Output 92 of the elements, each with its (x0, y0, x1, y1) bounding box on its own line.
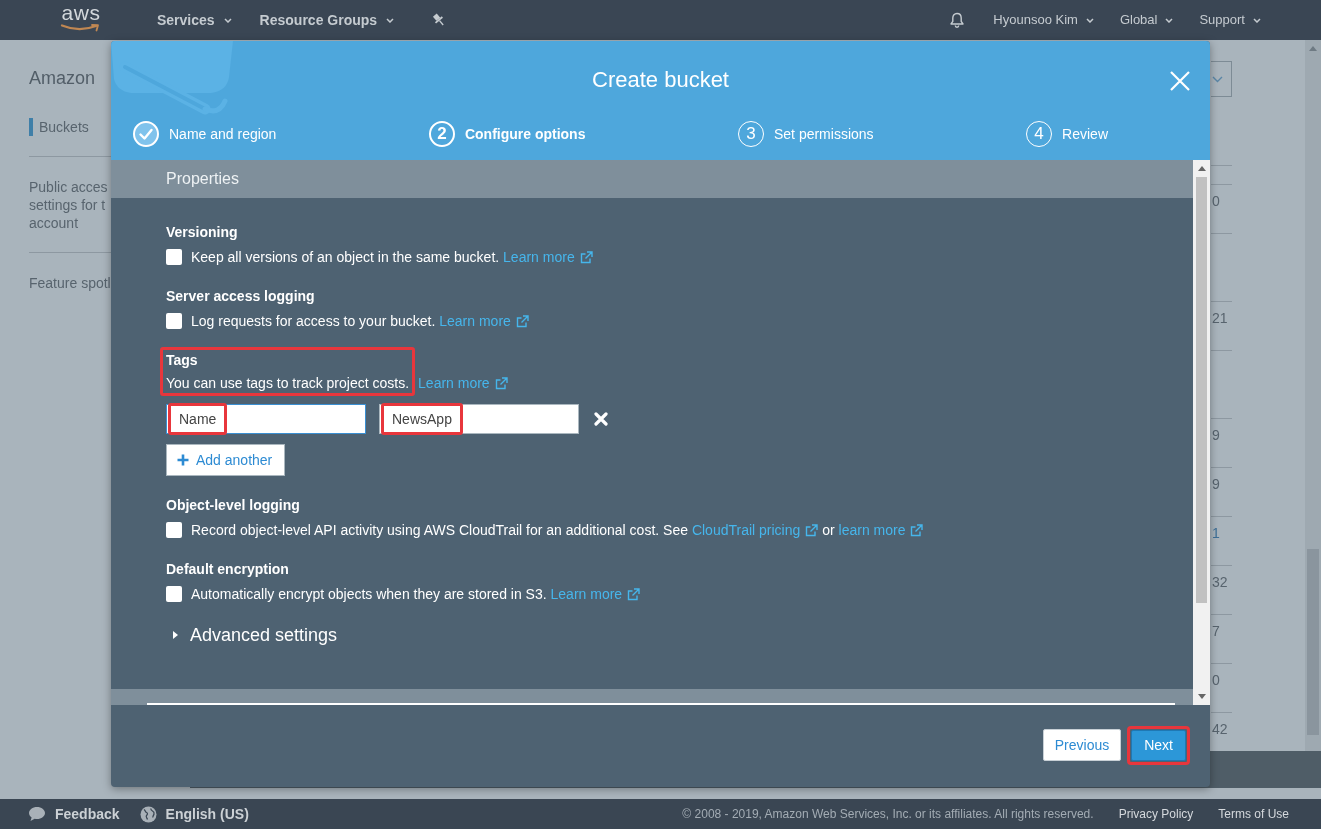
table-cell: 7 (1211, 623, 1220, 639)
wizard-step[interactable]: 2 Configure options (428, 121, 586, 147)
external-link-icon (494, 376, 508, 390)
section-header: Properties (111, 160, 1193, 198)
option-description: Log requests for access to your bucket. Learn more (191, 311, 529, 331)
external-link-icon (805, 523, 819, 537)
wizard-step[interactable]: Name and region (133, 121, 277, 147)
help-link[interactable]: Learn more (503, 247, 593, 267)
dropdown-button[interactable] (1211, 61, 1232, 97)
caret-icon (1253, 17, 1261, 23)
help-link[interactable]: Learn more (418, 373, 508, 393)
field-value: NewsApp (381, 403, 463, 435)
chevron-down-icon (1212, 75, 1223, 83)
option-title: Default encryption (166, 560, 289, 578)
caret-icon (1165, 17, 1174, 23)
checkbox[interactable] (166, 522, 182, 538)
table-cell: 9 (1211, 427, 1220, 443)
option-description: Automatically encrypt objects when they are stored in S3. Learn more (191, 584, 641, 604)
speech-bubble-icon (28, 806, 46, 822)
footer-link[interactable]: Terms of Use (1218, 807, 1289, 821)
option-title: Server access logging (166, 287, 315, 305)
page-scrollbar[interactable] (1305, 40, 1321, 751)
caret-icon (1085, 17, 1094, 23)
language-selector[interactable]: English (US) (139, 805, 249, 823)
external-link-icon (515, 314, 529, 328)
step-number: 2 (428, 121, 455, 147)
caret-down-icon (1197, 694, 1206, 699)
notifications-button[interactable] (949, 11, 966, 29)
table-cell: 42 (1211, 721, 1228, 737)
option-description: Keep all versions of an object in the same bucket. Learn more (191, 247, 593, 267)
bell-icon (949, 11, 966, 29)
pin-icon (432, 13, 447, 27)
scrollbar[interactable] (1193, 160, 1210, 705)
checkbox[interactable] (166, 586, 182, 602)
caret-up-icon (1197, 166, 1206, 171)
field-value: Name (168, 403, 228, 435)
copyright-text: © 2008 - 2019, Amazon Web Services, Inc. or its affiliates. All rights reserved. (682, 807, 1094, 821)
close-icon (1170, 71, 1190, 91)
caret-icon (386, 17, 395, 23)
smile-arrow-icon (60, 23, 102, 32)
table-link[interactable]: 1 (1211, 525, 1220, 541)
external-link-icon (910, 523, 924, 537)
option-title: Object-level logging (166, 496, 300, 514)
wizard-step[interactable]: 3 Set permissions (738, 121, 874, 147)
remove-tag-button[interactable] (594, 412, 608, 426)
nav-menu[interactable]: Hyounsoo Kim (993, 11, 1094, 29)
caret-right-icon (173, 631, 178, 639)
nav-menu[interactable]: Services (157, 11, 232, 29)
sidebar-item[interactable]: Buckets (29, 118, 89, 136)
sidebar-item[interactable]: Feature spotl (29, 274, 111, 292)
globe-icon (139, 805, 157, 823)
help-link[interactable]: Learn more (550, 584, 641, 604)
help-link[interactable]: CloudTrail pricing (691, 520, 819, 540)
table-cell: 21 (1211, 310, 1228, 326)
footer-link[interactable]: Privacy Policy (1118, 807, 1194, 821)
table-cell: 0 (1211, 193, 1220, 209)
advanced-settings-toggle[interactable]: Advanced settings (166, 624, 338, 646)
previous-button[interactable]: Previous (1042, 729, 1122, 761)
add-tag-button[interactable]: Add another (166, 444, 286, 476)
caret-up-icon (1309, 46, 1317, 51)
sidebar-item[interactable]: Public acces settings for t account (29, 178, 108, 232)
table-header-row (1211, 165, 1232, 185)
wizard-step[interactable]: 4 Review (1026, 121, 1108, 147)
close-icon (594, 412, 608, 426)
option-title: Tags (166, 351, 198, 369)
nav-menu[interactable]: Global (1119, 11, 1174, 29)
next-button[interactable]: Next (1131, 729, 1186, 761)
pin-button[interactable] (432, 13, 447, 27)
external-link-icon (579, 250, 593, 264)
external-link-icon (627, 587, 641, 601)
option-description: You can use tags to track project costs. (166, 374, 410, 393)
checkbox[interactable] (166, 249, 182, 265)
tag-key-field[interactable]: Name (166, 404, 366, 434)
option-description: Record object-level API activity using AWS CloudTrail for an additional cost. See CloudTrail pricing or learn more (191, 520, 924, 540)
logo-link[interactable]: aws (60, 2, 102, 32)
nav-menu[interactable]: Resource Groups (259, 11, 395, 29)
sidebar-title: Amazon (29, 67, 96, 89)
tag-value-field[interactable]: NewsApp (379, 404, 579, 434)
nav-menu[interactable]: Support (1199, 11, 1261, 29)
feedback-link[interactable]: Feedback (28, 806, 120, 822)
help-link[interactable]: learn more (838, 520, 924, 540)
table-cell: 32 (1211, 574, 1228, 590)
dialog-title: Create bucket (592, 67, 729, 93)
close-button[interactable] (1170, 71, 1190, 91)
table-cell: 9 (1211, 476, 1220, 492)
caret-icon (223, 17, 232, 23)
help-link[interactable]: Learn more (439, 311, 529, 331)
table-cell: 0 (1211, 672, 1220, 688)
scrollbar-thumb[interactable] (1196, 177, 1207, 603)
checkbox[interactable] (166, 313, 182, 329)
plus-icon (177, 454, 189, 466)
option-title: Versioning (166, 223, 238, 241)
